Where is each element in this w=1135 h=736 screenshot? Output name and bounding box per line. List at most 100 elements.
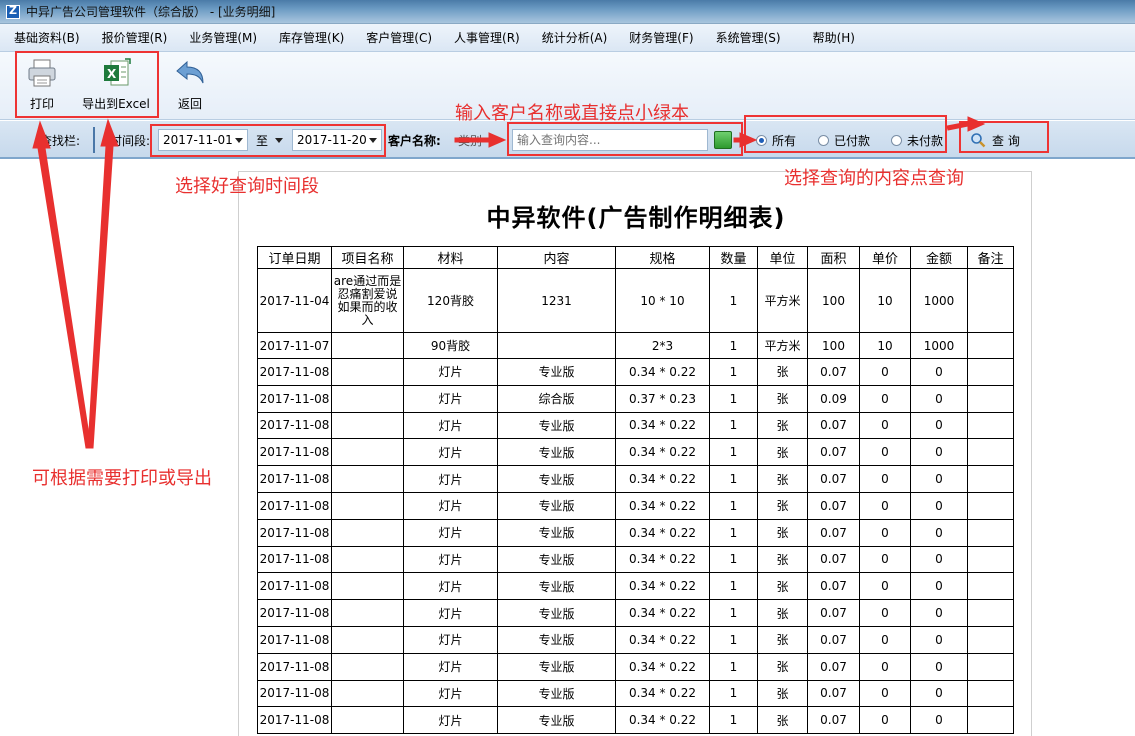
menu-bar: 基础资料(B) 报价管理(R) 业务管理(M) 库存管理(K) 客户管理(C) … xyxy=(0,24,1135,52)
table-cell: 0.34 * 0.22 xyxy=(615,411,710,440)
table-cell: 专业版 xyxy=(497,545,616,574)
menu-customer[interactable]: 客户管理(C) xyxy=(355,24,443,52)
report-table: 订单日期 项目名称 材料 内容 规格 数量 单位 面积 单价 金额 备注 201… xyxy=(257,246,1014,735)
table-cell xyxy=(331,438,404,467)
table-cell: 2017-11-08 xyxy=(257,545,332,574)
table-cell: 张 xyxy=(757,625,808,654)
menu-personnel[interactable]: 人事管理(R) xyxy=(443,24,531,52)
table-cell: 0.34 * 0.22 xyxy=(615,679,710,708)
table-cell: 1 xyxy=(709,706,758,735)
col-spec: 规格 xyxy=(615,246,710,269)
table-cell: 2017-11-08 xyxy=(257,411,332,440)
annotation-box-toolbar xyxy=(15,51,159,118)
table-cell: 0 xyxy=(910,599,968,627)
table-cell: 灯片 xyxy=(403,358,498,386)
menu-finance[interactable]: 财务管理(F) xyxy=(618,24,704,52)
menu-inventory[interactable]: 库存管理(K) xyxy=(268,24,355,52)
table-cell: 1231 xyxy=(497,268,616,333)
table-cell: 10 xyxy=(859,332,911,359)
table-cell: 1 xyxy=(709,679,758,708)
table-cell: 张 xyxy=(757,491,808,520)
table-cell xyxy=(331,706,404,735)
table-cell: 0.34 * 0.22 xyxy=(615,545,710,574)
back-label: 返回 xyxy=(177,97,202,111)
table-cell: 0 xyxy=(859,384,911,413)
table-cell: 0 xyxy=(910,625,968,654)
table-cell: 灯片 xyxy=(403,438,498,467)
table-cell: 0.37 * 0.23 xyxy=(615,384,710,413)
table-cell xyxy=(967,332,1014,359)
table-row: 2017-11-08 灯片 专业版 0.34 * 0.22 1 张 0.07 0 0 xyxy=(257,599,1014,627)
table-cell: 专业版 xyxy=(497,572,616,601)
table-cell: 灯片 xyxy=(403,706,498,735)
table-cell: 平方米 xyxy=(757,332,808,359)
menu-statistics[interactable]: 统计分析(A) xyxy=(531,24,619,52)
table-cell: 0 xyxy=(859,518,911,547)
col-project-name: 项目名称 xyxy=(331,246,404,269)
table-cell: 0.07 xyxy=(807,706,860,735)
table-cell: 0.07 xyxy=(807,465,860,493)
table-row: 2017-11-07 90背胶 2*3 1 平方米 100 10 1000 xyxy=(257,332,1014,359)
table-cell: 专业版 xyxy=(497,438,616,467)
table-cell: 2017-11-08 xyxy=(257,358,332,386)
table-cell: 1 xyxy=(709,518,758,547)
table-cell xyxy=(331,358,404,386)
table-cell: 2*3 xyxy=(615,332,710,359)
table-cell: 专业版 xyxy=(497,652,616,681)
table-row: 2017-11-08 灯片 专业版 0.34 * 0.22 1 张 0.07 0 0 xyxy=(257,572,1014,601)
table-cell: 0 xyxy=(910,545,968,574)
menu-help[interactable]: 帮助(H) xyxy=(802,24,866,52)
table-cell: 张 xyxy=(757,572,808,601)
table-cell: 灯片 xyxy=(403,599,498,627)
table-cell: 0.34 * 0.22 xyxy=(615,518,710,547)
table-cell: 0 xyxy=(859,599,911,627)
table-cell xyxy=(331,572,404,601)
back-button[interactable]: 返回 xyxy=(170,56,210,116)
table-cell: 2017-11-08 xyxy=(257,438,332,467)
table-cell: 0.34 * 0.22 xyxy=(615,572,710,601)
table-cell: 0 xyxy=(859,465,911,493)
table-cell: 0.34 * 0.22 xyxy=(615,599,710,627)
table-cell: 张 xyxy=(757,438,808,467)
table-cell: 专业版 xyxy=(497,706,616,735)
menu-quotation[interactable]: 报价管理(R) xyxy=(91,24,179,52)
table-cell: 0 xyxy=(910,652,968,681)
annotation-customer-hint: 输入客户名称或直接点小绿本 xyxy=(455,103,689,124)
table-cell: 张 xyxy=(757,679,808,708)
table-cell: 0.34 * 0.22 xyxy=(615,625,710,654)
table-cell: 0 xyxy=(910,384,968,413)
annotation-print-export: 可根据需要打印或导出 xyxy=(32,468,212,489)
menu-basic-data[interactable]: 基础资料(B) xyxy=(0,24,91,52)
table-cell: 专业版 xyxy=(497,465,616,493)
report-table-body: 2017-11-04 are通过而是忍痛割爱说如果而的收入 120背胶 1231 10 … xyxy=(257,268,1014,735)
table-row: 2017-11-08 灯片 专业版 0.34 * 0.22 1 张 0.07 0 0 xyxy=(257,491,1014,520)
annotation-box-customer xyxy=(507,122,743,156)
table-cell xyxy=(967,491,1014,520)
table-cell: 灯片 xyxy=(403,679,498,708)
table-row: 2017-11-08 灯片 专业版 0.34 * 0.22 1 张 0.07 0 0 xyxy=(257,518,1014,547)
menu-system[interactable]: 系统管理(S) xyxy=(705,24,792,52)
annotation-box-radios xyxy=(744,115,947,153)
table-row: 2017-11-08 灯片 综合版 0.37 * 0.23 1 张 0.09 0 0 xyxy=(257,384,1014,413)
menu-business[interactable]: 业务管理(M) xyxy=(178,24,268,52)
table-cell: 0.07 xyxy=(807,438,860,467)
report-area: 中异软件(广告制作明细表) 订单日期 项目名称 材料 内容 规格 数量 单位 面… xyxy=(0,161,1135,736)
table-cell: 0.34 * 0.22 xyxy=(615,491,710,520)
table-cell: 0.07 xyxy=(807,411,860,440)
table-cell xyxy=(331,384,404,413)
col-unit-price: 单价 xyxy=(859,246,911,269)
table-cell: 1 xyxy=(709,599,758,627)
table-cell: 0 xyxy=(910,438,968,467)
table-cell: 0.34 * 0.22 xyxy=(615,358,710,386)
table-cell: 0.34 * 0.22 xyxy=(615,465,710,493)
table-cell: 专业版 xyxy=(497,625,616,654)
table-cell: 2017-11-08 xyxy=(257,384,332,413)
table-cell: 专业版 xyxy=(497,679,616,708)
table-row: 2017-11-08 灯片 专业版 0.34 * 0.22 1 张 0.07 0 0 xyxy=(257,465,1014,493)
table-cell xyxy=(331,679,404,708)
table-cell: 0.07 xyxy=(807,625,860,654)
table-cell: 100 xyxy=(807,332,860,359)
table-cell: 0.07 xyxy=(807,679,860,708)
table-cell: are通过而是忍痛割爱说如果而的收入 xyxy=(331,268,404,333)
table-cell: 1 xyxy=(709,625,758,654)
